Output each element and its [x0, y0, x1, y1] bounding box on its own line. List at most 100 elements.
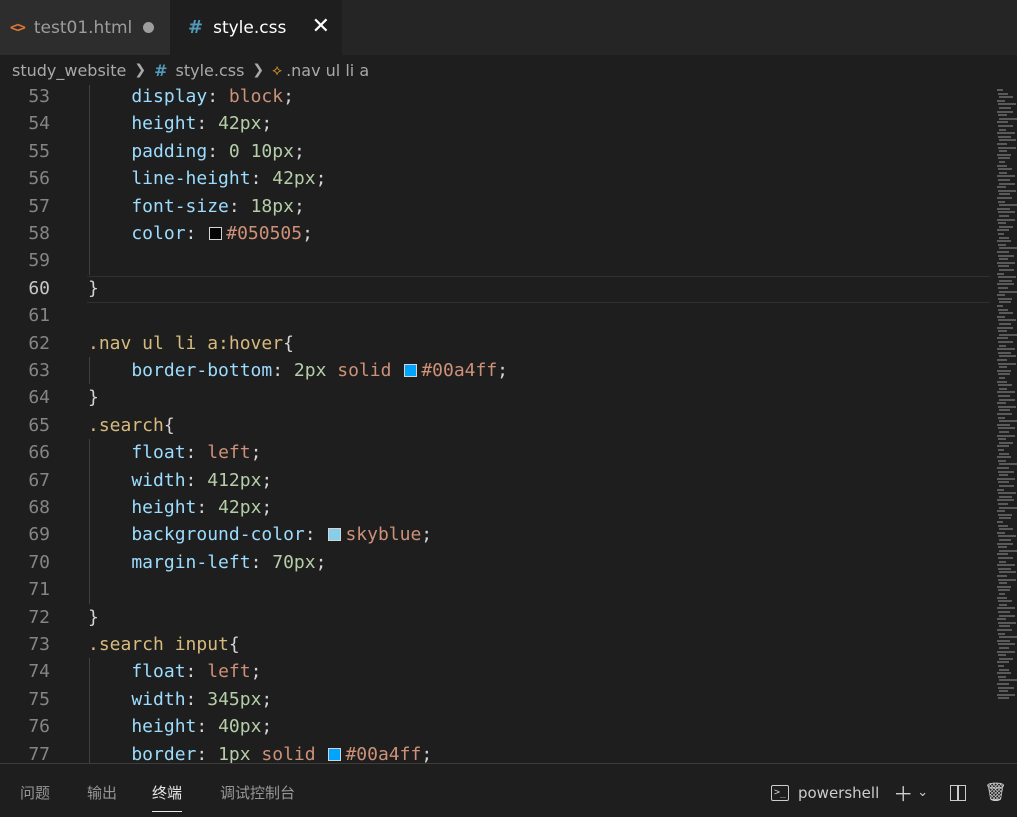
code-line[interactable]: 53 display: block; [0, 85, 990, 110]
code-line[interactable]: 54 height: 42px; [0, 110, 990, 137]
minimap-line [999, 431, 1009, 433]
minimap-line [998, 287, 1008, 289]
minimap-line [999, 312, 1013, 315]
line-number: 59 [28, 250, 50, 272]
plus-icon[interactable]: ＋ [893, 778, 913, 807]
minimap-line [998, 686, 1014, 689]
minimap-line [997, 164, 1007, 167]
minimap-line [999, 614, 1015, 617]
breadcrumb-folder[interactable]: study_website [12, 61, 126, 80]
color-swatch-icon[interactable] [328, 747, 342, 761]
code-line[interactable]: 70 margin-left: 70px; [0, 549, 990, 576]
code-line[interactable]: 56 line-height: 42px; [0, 165, 990, 192]
code-token: padding [88, 140, 208, 162]
code-line[interactable]: 75 width: 345px; [0, 686, 990, 713]
minimap-line [999, 539, 1011, 541]
code-token: 42px [218, 113, 262, 135]
code-line[interactable]: 57 font-size: 18px; [0, 193, 990, 220]
css-icon: # [188, 17, 204, 38]
minimap-line [999, 161, 1005, 163]
minimap-line [998, 611, 1010, 613]
code-line[interactable]: 71 [0, 576, 990, 603]
code-text: .search{ [88, 412, 175, 439]
minimap-line [999, 225, 1013, 228]
code-line[interactable]: 65 .search{ [0, 412, 990, 439]
minimap-line [999, 409, 1010, 412]
code-token: : [185, 688, 208, 710]
minimap-line [998, 675, 1006, 678]
minimap-line [997, 359, 1007, 361]
minimap-line [997, 639, 1010, 642]
code-line[interactable]: 64} [0, 384, 990, 411]
minimap-line [997, 315, 1005, 318]
code-line[interactable]: 67 width: 412px; [0, 467, 990, 494]
code-token: ; [293, 140, 305, 162]
color-swatch-icon[interactable] [404, 364, 418, 377]
code-token: ; [421, 743, 433, 763]
minimap-line [997, 251, 1009, 253]
tab-test01-html[interactable]: <> test01.html [0, 0, 170, 55]
code-token: border [88, 743, 197, 763]
code-line[interactable]: 63 border-bottom: 2px solid #00a4ff; [0, 357, 990, 384]
minimap-line [997, 337, 1008, 340]
code-line[interactable]: 66 float: left; [0, 439, 990, 466]
tab-terminal[interactable]: 终端 [152, 782, 183, 812]
tab-problems[interactable]: 问题 [20, 782, 50, 803]
code-text: border-bottom: 2px solid #00a4ff; [88, 357, 508, 384]
code-token: } [88, 277, 99, 299]
code-line[interactable]: 72} [0, 604, 990, 631]
code-token: { [228, 634, 240, 655]
code-line[interactable]: 74 float: left; [0, 658, 990, 685]
symbol-class-icon: ⟡ [272, 61, 283, 79]
code-line[interactable]: 60} [0, 275, 990, 302]
breadcrumb-file[interactable]: style.css [176, 61, 245, 80]
tab-debug-console[interactable]: 调试控制台 [220, 782, 295, 803]
code-line[interactable]: 68 height: 42px; [0, 494, 990, 521]
line-number: 55 [28, 140, 50, 162]
minimap-line [998, 362, 1016, 365]
minimap[interactable] [994, 85, 1017, 763]
line-number: 62 [28, 332, 50, 354]
code-line[interactable]: 76 height: 40px; [0, 713, 990, 740]
breadcrumb-symbol[interactable]: .nav ul li a [286, 61, 369, 80]
code-token: : [250, 168, 273, 190]
tab-style-css[interactable]: # style.css ✕ [170, 0, 342, 55]
unsaved-dot-icon[interactable] [143, 22, 154, 33]
code-line[interactable]: 55 padding: 0 10px; [0, 138, 990, 165]
minimap-line [998, 697, 1009, 700]
code-editor[interactable]: 53 display: block; 54 height: 42px; 55 pad… [0, 85, 1017, 763]
code-token: ; [261, 716, 273, 738]
code-line[interactable]: 61 [0, 302, 990, 329]
split-terminal-icon[interactable] [950, 784, 967, 801]
minimap-line [999, 571, 1016, 574]
minimap-line [997, 553, 1008, 556]
code-line[interactable]: 62 .nav ul li a:hover{ [0, 330, 990, 357]
code-token: ; [250, 442, 262, 464]
code-token: ; [283, 86, 294, 107]
code-text: font-size: 18px; [88, 193, 304, 220]
terminal-icon: >_ [770, 784, 789, 801]
code-line[interactable]: 69 background-color: skyblue; [0, 521, 990, 548]
code-token: 0 10px [228, 140, 294, 162]
minimap-line [998, 470, 1014, 473]
tab-output[interactable]: 输出 [87, 782, 117, 803]
minimap-line [997, 413, 1012, 415]
minimap-line [998, 233, 1004, 235]
close-icon[interactable]: ✕ [312, 13, 330, 41]
code-line[interactable]: 73 .search input{ [0, 631, 990, 658]
minimap-line [998, 557, 1013, 559]
minimap-line [999, 139, 1016, 142]
terminal-selector[interactable]: powershell [798, 784, 879, 802]
code-token: } [88, 387, 99, 409]
code-line[interactable]: 58 color: #050505; [0, 220, 990, 247]
color-swatch-icon[interactable] [209, 227, 223, 240]
color-swatch-icon[interactable] [328, 528, 342, 542]
minimap-line [997, 132, 1015, 135]
minimap-line [998, 341, 1013, 343]
code-line[interactable]: 77 border: 1px solid #00a4ff; [0, 741, 990, 763]
code-line[interactable]: 59 [0, 247, 990, 274]
code-token: : [185, 469, 208, 491]
chevron-down-icon[interactable]: ⌄ [917, 785, 928, 800]
minimap-line [999, 150, 1007, 153]
trash-icon[interactable]: 🗑 [984, 782, 1007, 803]
